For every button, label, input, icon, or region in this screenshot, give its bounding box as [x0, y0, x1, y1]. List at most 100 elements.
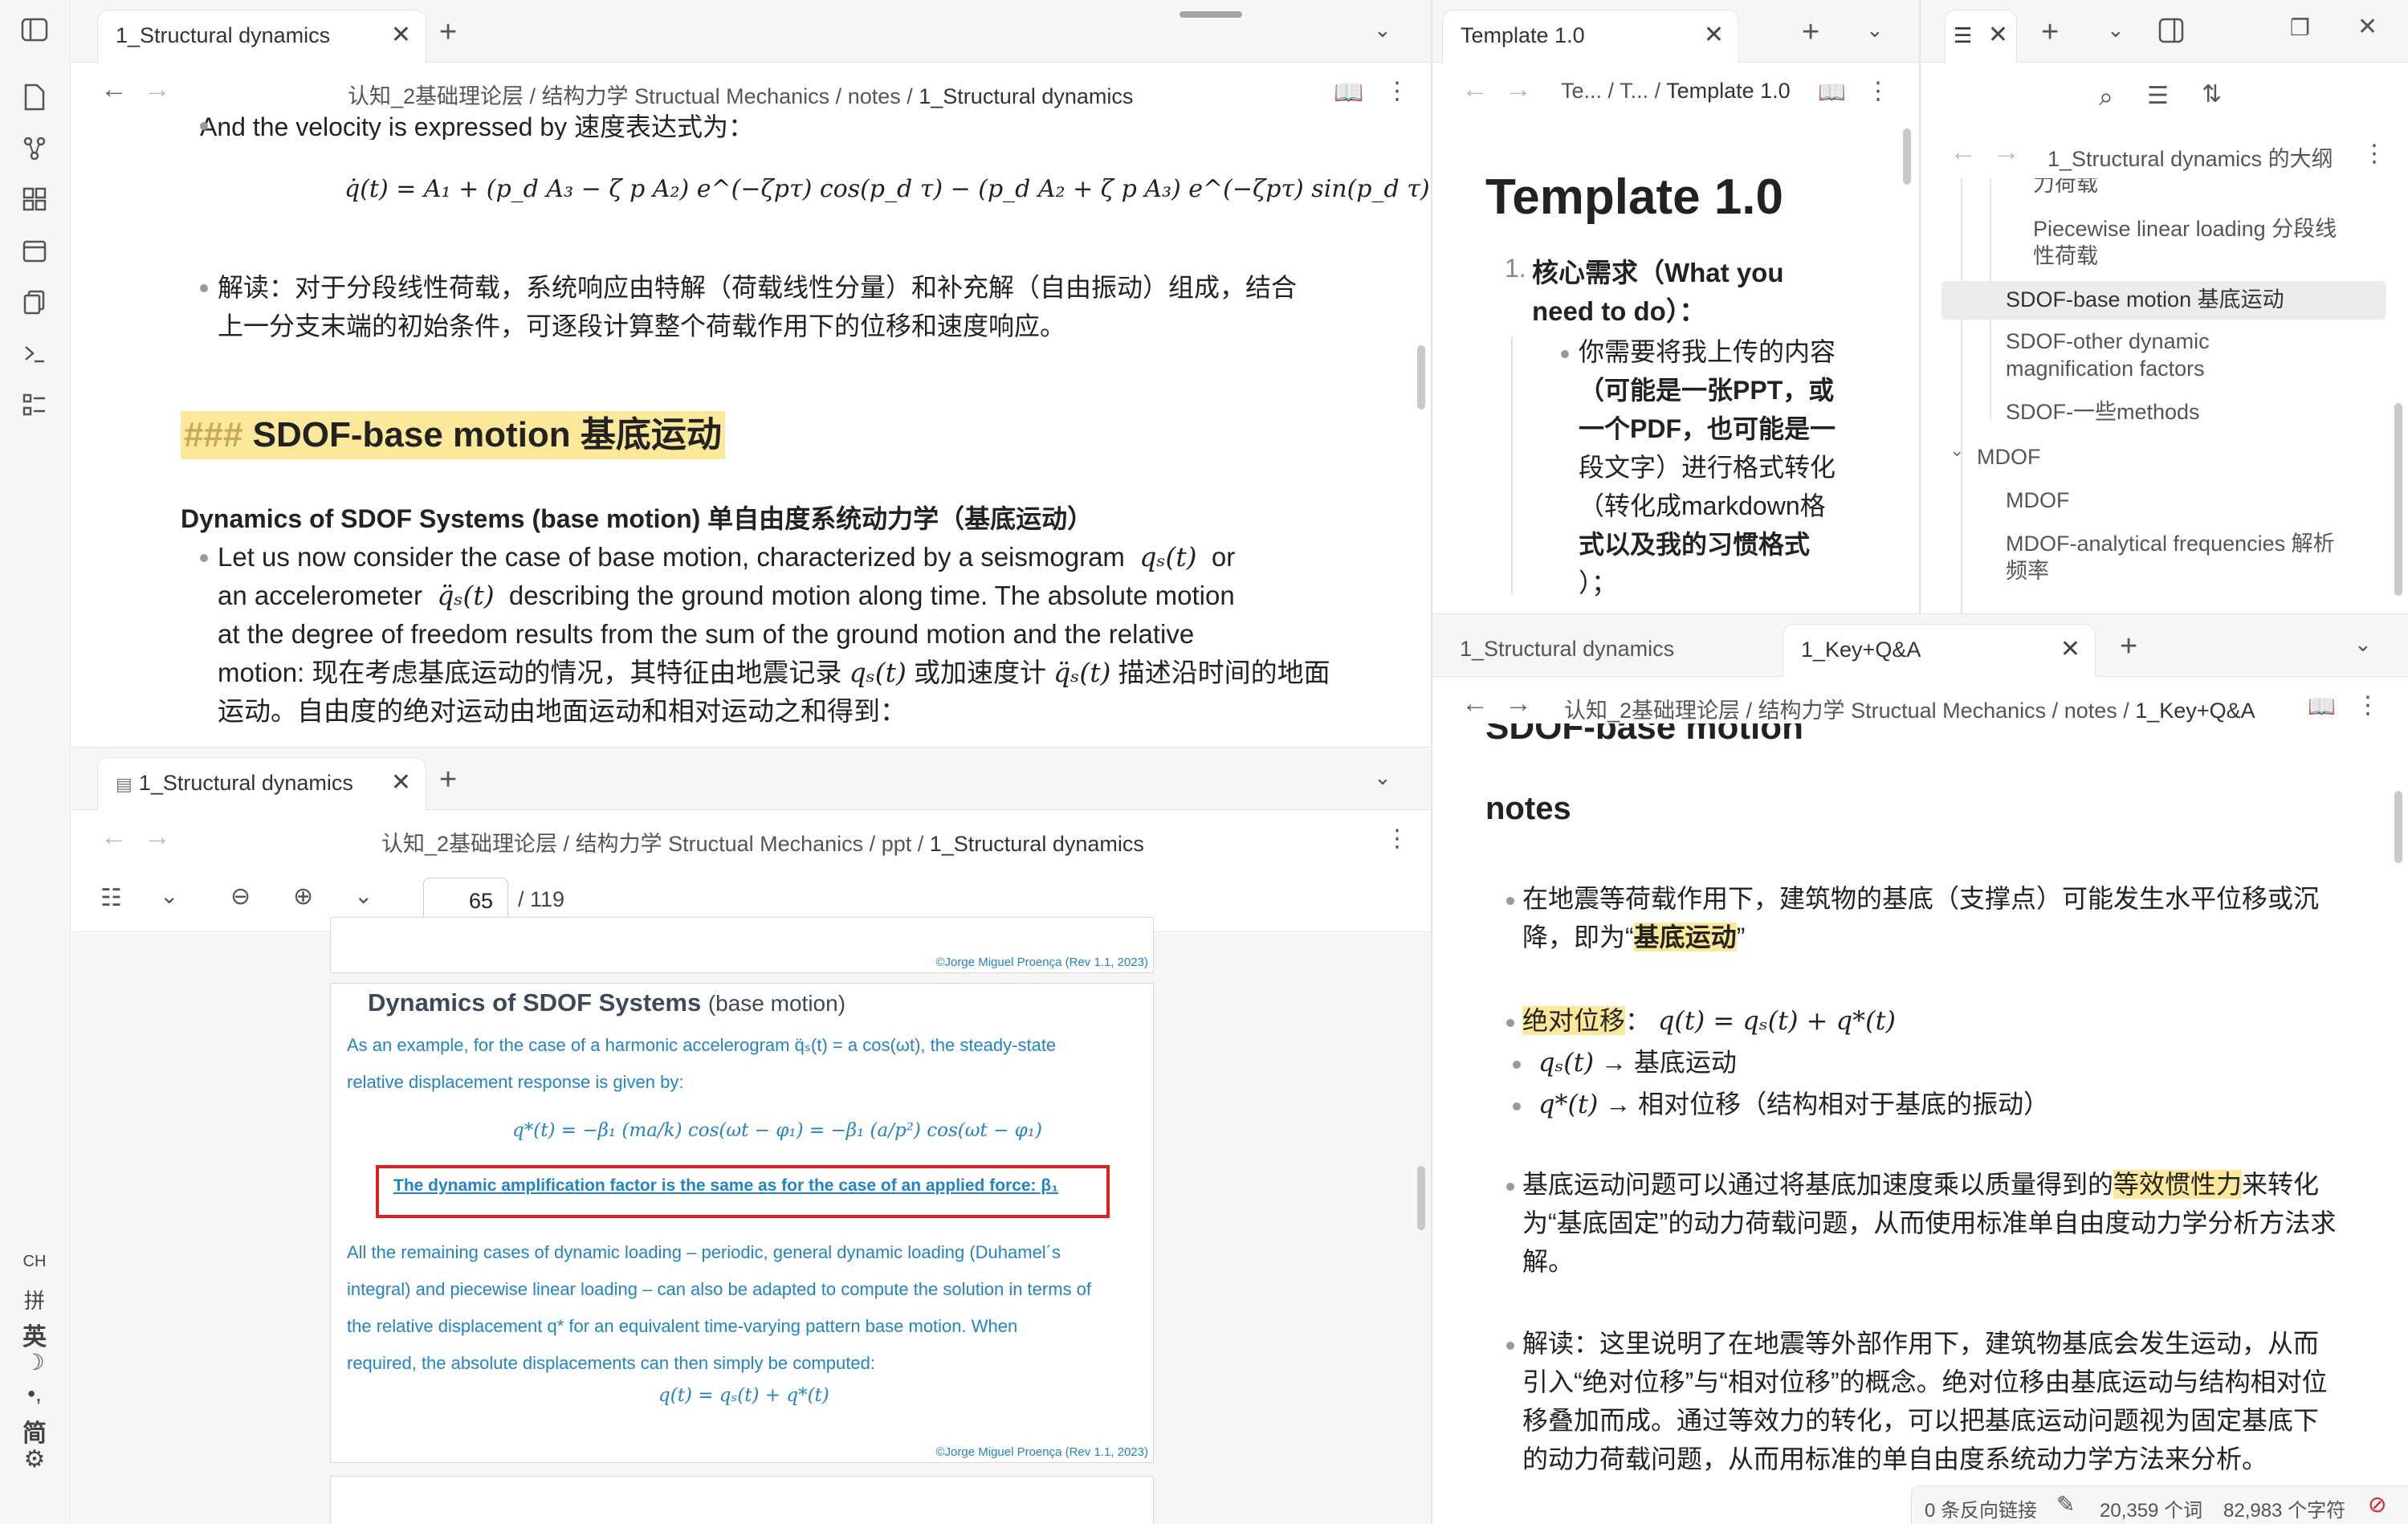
more-options-icon[interactable]: ⋮: [2356, 691, 2380, 719]
backlinks-count[interactable]: 0 条反向链接: [1925, 1494, 2037, 1522]
breadcrumb-item[interactable]: notes: [848, 84, 901, 108]
scrollbar[interactable]: [1417, 345, 1425, 410]
file-open-icon[interactable]: [21, 84, 48, 111]
ime-pinyin-label[interactable]: 拼: [16, 1285, 53, 1317]
outline-item[interactable]: 性荷载: [2033, 242, 2098, 270]
breadcrumb-item[interactable]: ppt: [882, 832, 912, 856]
ime-moon-icon[interactable]: ☽: [16, 1349, 53, 1381]
breadcrumb-item[interactable]: 结构力学 Structual Mechanics: [576, 832, 864, 856]
breadcrumb-item[interactable]: Template 1.0: [1666, 79, 1791, 103]
close-window-icon[interactable]: ✕: [2357, 13, 2377, 41]
restore-window-icon[interactable]: ❐: [2290, 14, 2310, 41]
outline-item[interactable]: 频率: [2006, 557, 2049, 585]
drag-handle[interactable]: [1180, 11, 1242, 18]
new-tab-icon[interactable]: +: [1802, 13, 1819, 51]
breadcrumb-item[interactable]: 认知_2基础理论层: [1564, 699, 1740, 723]
close-tab-icon[interactable]: ✕: [391, 10, 411, 60]
tab-pdf-structural-dynamics[interactable]: ▤ 1_Structural dynamics ✕: [97, 757, 426, 810]
copy-icon[interactable]: [21, 289, 48, 316]
breadcrumb-item[interactable]: 1_Structural dynamics: [919, 84, 1133, 108]
zoom-out-icon[interactable]: ⊖: [230, 882, 251, 911]
outline-item[interactable]: magnification factors: [2006, 355, 2205, 382]
outline-item[interactable]: SDOF-一些methods: [2006, 398, 2200, 426]
scrollbar[interactable]: [2394, 791, 2402, 863]
new-tab-icon[interactable]: +: [2041, 13, 2059, 51]
reading-view-icon[interactable]: 📖: [1818, 79, 1846, 105]
breadcrumb-item[interactable]: Te...: [1561, 79, 1602, 103]
reading-view-icon[interactable]: 📖: [1334, 79, 1363, 107]
back-icon[interactable]: ←: [1461, 688, 1489, 719]
more-options-icon[interactable]: ⋮: [1385, 825, 1409, 853]
close-tab-icon[interactable]: ✕: [2060, 625, 2080, 674]
back-icon[interactable]: ←: [1950, 137, 1977, 168]
chevron-down-icon[interactable]: ⌄: [1866, 18, 1884, 43]
ime-ch-label[interactable]: CH: [16, 1253, 53, 1285]
forward-icon[interactable]: →: [144, 74, 171, 105]
sidebar-toggle-icon[interactable]: [2158, 18, 2184, 47]
outline-item[interactable]: MDOF: [2006, 487, 2069, 514]
more-options-icon[interactable]: ⋮: [2362, 140, 2386, 168]
chevron-down-icon[interactable]: ⌄: [1374, 765, 1391, 790]
outline-item[interactable]: Piecewise linear loading 分段线: [2033, 215, 2337, 242]
outline-item-active[interactable]: SDOF-base motion 基底运动: [2006, 286, 2284, 313]
chevron-down-icon[interactable]: ⌄: [2354, 632, 2372, 657]
thumbnail-view-icon[interactable]: ☷: [100, 884, 122, 912]
canvas-icon[interactable]: [21, 186, 48, 214]
tab-key-qa[interactable]: 1_Key+Q&A ✕: [1783, 624, 2096, 677]
breadcrumb-item[interactable]: 认知_2基础理论层: [348, 84, 524, 108]
breadcrumb-item[interactable]: 结构力学 Structual Mechanics: [1758, 699, 2047, 723]
tab-outline[interactable]: ☰ ✕: [1945, 10, 2017, 63]
tab-structural-dynamics[interactable]: 1_Structural dynamics ✕: [97, 10, 426, 63]
breadcrumb-item[interactable]: 认知_2基础理论层: [381, 832, 557, 856]
scrollbar[interactable]: [1903, 128, 1911, 185]
chevron-down-icon[interactable]: ⌄: [1374, 18, 1391, 43]
more-options-icon[interactable]: ⋮: [1866, 77, 1890, 105]
tab-structural-dynamics[interactable]: 1_Structural dynamics: [1442, 624, 1763, 677]
back-icon[interactable]: ←: [100, 821, 128, 853]
outline-item[interactable]: SDOF-other dynamic: [2006, 328, 2210, 355]
breadcrumb-item[interactable]: notes: [2064, 699, 2117, 723]
breadcrumb-item[interactable]: T...: [1620, 79, 1648, 103]
new-tab-icon[interactable]: +: [439, 760, 457, 799]
breadcrumb-item[interactable]: 结构力学 Structual Mechanics: [542, 84, 830, 108]
outline-item[interactable]: MDOF-analytical frequencies 解析: [2006, 530, 2335, 557]
close-tab-icon[interactable]: ✕: [391, 758, 411, 808]
calendar-icon[interactable]: [21, 238, 48, 265]
outline-item[interactable]: MDOF: [1977, 443, 2040, 471]
chevron-down-icon[interactable]: ⌄: [2107, 18, 2125, 43]
sync-error-icon[interactable]: ⊘: [2368, 1491, 2386, 1518]
ime-english-label[interactable]: 英: [16, 1317, 53, 1351]
tab-template[interactable]: Template 1.0 ✕: [1442, 10, 1739, 63]
terminal-icon[interactable]: [21, 340, 48, 368]
breadcrumb-item[interactable]: 1_Structural dynamics: [930, 832, 1144, 856]
reading-view-icon[interactable]: 📖: [2308, 693, 2336, 719]
new-tab-icon[interactable]: +: [439, 13, 457, 51]
back-icon[interactable]: ←: [100, 74, 128, 105]
close-tab-icon[interactable]: ✕: [1704, 10, 1724, 60]
close-tab-icon[interactable]: ✕: [1988, 10, 2008, 60]
breadcrumb-item[interactable]: 1_Key+Q&A: [2135, 699, 2255, 723]
expand-collapse-icon[interactable]: ⇅: [2202, 80, 2222, 108]
back-icon[interactable]: ←: [1461, 74, 1489, 105]
edit-mode-icon[interactable]: ✎: [2056, 1491, 2075, 1518]
ime-simplified-label[interactable]: 简: [16, 1413, 53, 1447]
forward-icon[interactable]: →: [144, 821, 171, 853]
ime-settings-icon[interactable]: ⚙: [16, 1445, 53, 1477]
scrollbar[interactable]: [2394, 403, 2402, 596]
graph-view-icon[interactable]: [21, 135, 48, 162]
new-tab-icon[interactable]: +: [2120, 627, 2137, 666]
forward-icon[interactable]: →: [1505, 688, 1532, 719]
chevron-down-icon[interactable]: ⌄: [1950, 440, 1964, 461]
outline-item[interactable]: 力荷载: [2033, 178, 2098, 198]
ime-punct-icon[interactable]: •,: [16, 1381, 53, 1413]
chevron-down-icon[interactable]: ⌄: [160, 882, 178, 909]
forward-icon[interactable]: →: [1505, 74, 1532, 105]
more-options-icon[interactable]: ⋮: [1385, 77, 1409, 105]
collapse-icon[interactable]: ☰: [2147, 82, 2169, 110]
scrollbar[interactable]: [1417, 1166, 1425, 1230]
search-icon[interactable]: ⌕: [2099, 82, 2113, 112]
forward-icon[interactable]: →: [1993, 137, 2020, 168]
toggle-sidebar-icon[interactable]: [21, 18, 48, 45]
chevron-down-icon[interactable]: ⌄: [354, 882, 373, 909]
list-icon[interactable]: [21, 392, 48, 419]
